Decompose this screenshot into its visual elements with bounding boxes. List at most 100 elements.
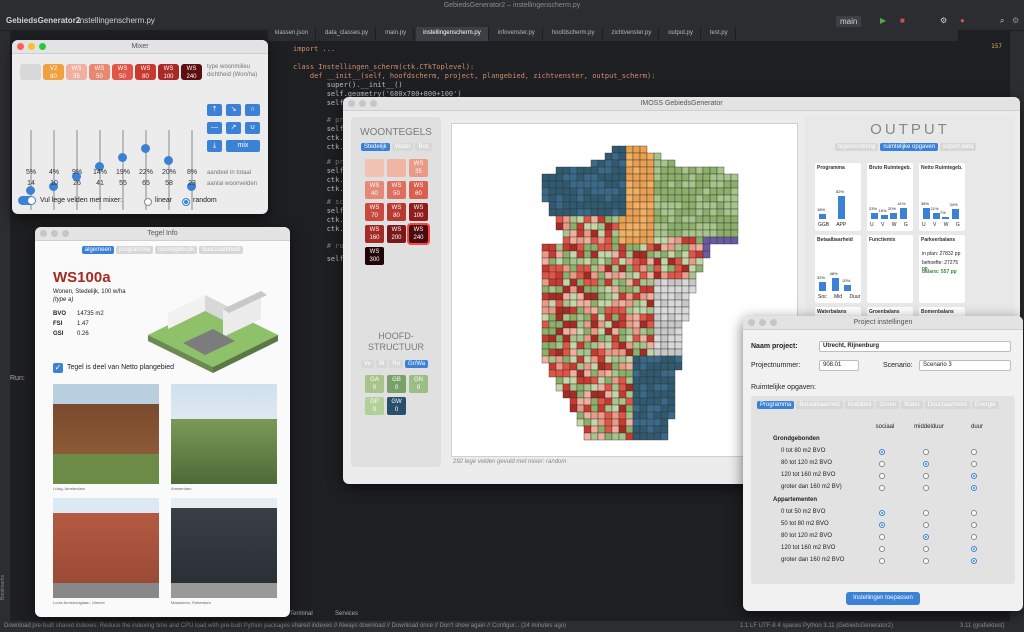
map-cell[interactable] [576,166,585,175]
map-cell[interactable] [632,222,641,231]
map-cell[interactable] [597,215,606,224]
map-cell[interactable] [569,348,578,357]
map-cell[interactable] [611,145,620,154]
map-cell[interactable] [611,180,620,189]
map-cell[interactable] [541,341,550,350]
map-cell[interactable] [576,208,585,217]
map-cell[interactable] [618,299,627,308]
map-cell[interactable] [583,215,592,224]
map-cell[interactable] [562,257,571,266]
map-cell[interactable] [562,166,571,175]
map-cell[interactable] [604,320,613,329]
map-cell[interactable] [730,208,739,217]
map-cell[interactable] [618,271,627,280]
map-cell[interactable] [660,201,669,210]
map-cell[interactable] [611,376,620,385]
map-cell[interactable] [555,341,564,350]
map-cell[interactable] [569,334,578,343]
map-cell[interactable] [604,264,613,273]
map-cell[interactable] [583,243,592,252]
option-radio[interactable] [923,461,929,467]
map-cell[interactable] [639,187,648,196]
map-cell[interactable] [653,208,662,217]
map-cell[interactable] [632,152,641,161]
map-cell[interactable] [548,313,557,322]
map-cell[interactable] [653,390,662,399]
map-cell[interactable] [667,334,676,343]
map-cell[interactable] [702,208,711,217]
map-cell[interactable] [646,229,655,238]
map-cell[interactable] [583,264,592,273]
map-cell[interactable] [583,348,592,357]
map-cell[interactable] [562,250,571,259]
map-cell[interactable] [618,341,627,350]
map-cell[interactable] [590,208,599,217]
map-cell[interactable] [611,194,620,203]
map-cell[interactable] [646,173,655,182]
map-cell[interactable] [632,383,641,392]
map-cell[interactable] [632,432,641,441]
map-cell[interactable] [541,292,550,301]
map-cell[interactable] [667,369,676,378]
map-cell[interactable] [625,215,634,224]
map-cell[interactable] [618,285,627,294]
map-cell[interactable] [590,271,599,280]
map-cell[interactable] [597,348,606,357]
map-cell[interactable] [583,334,592,343]
map-cell[interactable] [730,229,739,238]
map-cell[interactable] [597,320,606,329]
map-cell[interactable] [709,201,718,210]
map-cell[interactable] [667,285,676,294]
map-cell[interactable] [604,397,613,406]
map-cell[interactable] [590,341,599,350]
map-cell[interactable] [625,376,634,385]
map-cell[interactable] [604,236,613,245]
align-bottom-button[interactable]: ⤓ [207,140,222,152]
map-cell[interactable] [660,411,669,420]
map-cell[interactable] [611,166,620,175]
map-cell[interactable] [653,355,662,364]
map-cell[interactable] [660,306,669,315]
map-cell[interactable] [695,229,704,238]
option-radio[interactable] [971,558,977,564]
map-cell[interactable] [541,278,550,287]
map-cell[interactable] [604,299,613,308]
map-cell[interactable] [541,355,550,364]
map-cell[interactable] [639,166,648,175]
map-cell[interactable] [702,166,711,175]
map-cell[interactable] [660,278,669,287]
option-radio[interactable] [879,449,885,455]
map-cell[interactable] [653,362,662,371]
hoofd-tab[interactable]: Ve [361,360,375,368]
map-cell[interactable] [681,201,690,210]
map-cell[interactable] [667,376,676,385]
woon-tile[interactable]: WS 100 [409,203,428,221]
map-cell[interactable] [597,250,606,259]
branch-selector[interactable]: main [836,16,862,27]
map-cell[interactable] [555,166,564,175]
map-cell[interactable] [653,341,662,350]
map-cell[interactable] [555,292,564,301]
map-cell[interactable] [555,201,564,210]
map-cell[interactable] [604,376,613,385]
map-cell[interactable] [653,222,662,231]
map-cell[interactable] [632,271,641,280]
map-cell[interactable] [583,208,592,217]
map-cell[interactable] [653,285,662,294]
map-cell[interactable] [604,369,613,378]
map-cell[interactable] [555,278,564,287]
map-cell[interactable] [611,341,620,350]
option-radio[interactable] [923,510,929,516]
map-cell[interactable] [541,313,550,322]
map-cell[interactable] [590,320,599,329]
map-cell[interactable] [695,264,704,273]
map-cell[interactable] [639,264,648,273]
map-cell[interactable] [695,243,704,252]
mixer-chip[interactable]: WS 50 [89,64,110,80]
map-cell[interactable] [723,173,732,182]
map-cell[interactable] [667,222,676,231]
map-cell[interactable] [688,229,697,238]
map-cell[interactable] [569,404,578,413]
mix-button[interactable]: mix [226,140,260,152]
map-cell[interactable] [632,355,641,364]
